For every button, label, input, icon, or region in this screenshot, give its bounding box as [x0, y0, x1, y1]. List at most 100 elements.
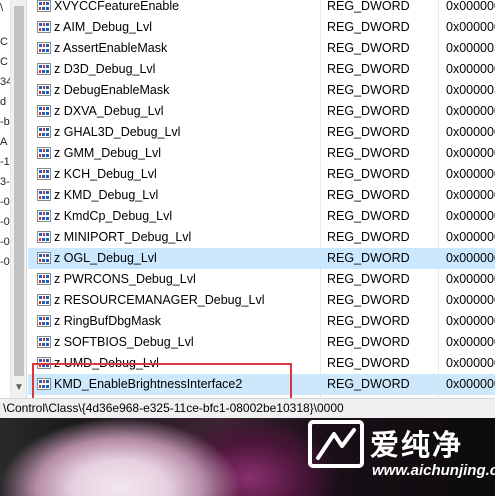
value-name: z RingBufDbgMask [54, 314, 161, 328]
value-type: REG_DWORD [327, 125, 410, 139]
tree-node-fragment[interactable]: -1 [0, 156, 10, 168]
registry-value-row[interactable]: XVYCCFeatureEnable REG_DWORD 0x000000 [28, 0, 495, 17]
tree-node-fragment[interactable]: C [0, 56, 10, 68]
value-type: REG_DWORD [327, 251, 410, 265]
registry-value-row[interactable]: z GHAL3D_Debug_Lvl REG_DWORD 0x000000 [28, 122, 495, 143]
value-name: z PWRCONS_Debug_Lvl [54, 272, 196, 286]
status-path: \Control\Class\{4d36e968-e325-11ce-bfc1-… [3, 401, 344, 415]
desktop-background: 爱纯净 www.aichunjing.com [0, 418, 495, 496]
value-data: 0x000003 [446, 83, 495, 97]
reg-binary-value-icon [37, 210, 51, 222]
value-type: REG_DWORD [327, 62, 410, 76]
value-data: 0x000000 [446, 104, 495, 118]
value-type: REG_DWORD [327, 83, 410, 97]
value-name: z GHAL3D_Debug_Lvl [54, 125, 181, 139]
value-data: 0x000000 [446, 167, 495, 181]
value-type: REG_DWORD [327, 272, 410, 286]
reg-binary-value-icon [37, 42, 51, 54]
value-name: z KmdCp_Debug_Lvl [54, 209, 173, 223]
tree-node-fragment[interactable]: -0 [0, 196, 10, 208]
reg-binary-value-icon [37, 189, 51, 201]
value-name: z SOFTBIOS_Debug_Lvl [54, 335, 194, 349]
registry-value-row[interactable]: z SOFTBIOS_Debug_Lvl REG_DWORD 0x000000 [28, 332, 495, 353]
value-data: 0x000000 [446, 251, 495, 265]
value-data: 0x000000 [446, 293, 495, 307]
registry-value-row[interactable]: z AIM_Debug_Lvl REG_DWORD 0x000000 [28, 17, 495, 38]
value-data: 0x000000 [446, 314, 495, 328]
watermark-logo-icon [308, 420, 364, 468]
value-data: 0x000000 [446, 125, 495, 139]
registry-value-row[interactable]: z MINIPORT_Debug_Lvl REG_DWORD 0x000000 [28, 227, 495, 248]
tree-node-fragment[interactable]: -0 [0, 256, 10, 268]
tree-node-fragment[interactable]: -0 [0, 216, 10, 228]
value-data: 0x000000 [446, 0, 495, 13]
reg-binary-value-icon [37, 63, 51, 75]
reg-binary-value-icon [37, 252, 51, 264]
watermark-title: 爱纯净 [370, 428, 464, 462]
watermark-url: www.aichunjing.com [372, 462, 495, 479]
value-data: 0x000003 [446, 41, 495, 55]
reg-binary-value-icon [37, 126, 51, 138]
value-data: 0x000000 [446, 209, 495, 223]
tree-node-fragment[interactable]: A [0, 136, 10, 148]
registry-value-row[interactable]: z PWRCONS_Debug_Lvl REG_DWORD 0x000000 [28, 269, 495, 290]
value-type: REG_DWORD [327, 377, 410, 391]
value-name: z AIM_Debug_Lvl [54, 20, 152, 34]
tree-node-fragment[interactable]: 34 [0, 76, 10, 88]
tree-node-fragment[interactable]: -0 [0, 236, 10, 248]
registry-value-row[interactable]: z KmdCp_Debug_Lvl REG_DWORD 0x000000 [28, 206, 495, 227]
value-data: 0x000000 [446, 272, 495, 286]
registry-value-row[interactable]: z KCH_Debug_Lvl REG_DWORD 0x000000 [28, 164, 495, 185]
registry-value-row[interactable]: z RESOURCEMANAGER_Debug_Lvl REG_DWORD 0x00… [28, 290, 495, 311]
tree-scrollbar[interactable]: ▼ [10, 0, 27, 398]
value-type: REG_DWORD [327, 356, 410, 370]
value-data: 0x000000 [446, 20, 495, 34]
value-name: z GMM_Debug_Lvl [54, 146, 161, 160]
value-type: REG_DWORD [327, 230, 410, 244]
reg-binary-value-icon [37, 147, 51, 159]
reg-binary-value-icon [37, 315, 51, 327]
tree-node-fragment[interactable]: d [0, 96, 10, 108]
reg-binary-value-icon [37, 273, 51, 285]
status-bar: \Control\Class\{4d36e968-e325-11ce-bfc1-… [0, 398, 495, 418]
registry-value-row[interactable]: z DXVA_Debug_Lvl REG_DWORD 0x000000 [28, 101, 495, 122]
reg-binary-value-icon [37, 294, 51, 306]
value-data: 0x000000 [446, 188, 495, 202]
reg-binary-value-icon [37, 84, 51, 96]
value-name: z DebugEnableMask [54, 83, 170, 97]
value-type: REG_DWORD [327, 20, 410, 34]
tree-node-fragment[interactable]: -b [0, 116, 10, 128]
value-data: 0x000000 [446, 335, 495, 349]
value-name: z OGL_Debug_Lvl [54, 251, 157, 265]
reg-binary-value-icon [37, 21, 51, 33]
value-type: REG_DWORD [327, 188, 410, 202]
value-data: 0x000000 [446, 146, 495, 160]
scroll-down-arrow-icon[interactable]: ▼ [11, 380, 27, 396]
reg-binary-value-icon [37, 168, 51, 180]
value-type: REG_DWORD [327, 314, 410, 328]
value-name: XVYCCFeatureEnable [54, 0, 180, 13]
registry-value-row[interactable]: z GMM_Debug_Lvl REG_DWORD 0x000000 [28, 143, 495, 164]
registry-value-row[interactable]: z RingBufDbgMask REG_DWORD 0x000000 [28, 311, 495, 332]
scrollbar-thumb[interactable] [14, 6, 24, 376]
tree-node-fragment[interactable]: \ [0, 2, 10, 14]
value-name: z DXVA_Debug_Lvl [54, 104, 164, 118]
value-type: REG_DWORD [327, 167, 410, 181]
value-type: REG_DWORD [327, 293, 410, 307]
registry-value-row[interactable]: z D3D_Debug_Lvl REG_DWORD 0x000000 [28, 59, 495, 80]
registry-value-row[interactable]: z KMD_Debug_Lvl REG_DWORD 0x000000 [28, 185, 495, 206]
reg-binary-value-icon [37, 336, 51, 348]
highlight-annotation-box [32, 363, 292, 402]
registry-value-row[interactable]: z OGL_Debug_Lvl REG_DWORD 0x000000 [28, 248, 495, 269]
registry-value-row[interactable]: z AssertEnableMask REG_DWORD 0x000003 [28, 38, 495, 59]
value-type: REG_DWORD [327, 209, 410, 223]
tree-node-fragment[interactable]: C [0, 36, 10, 48]
value-name: z D3D_Debug_Lvl [54, 62, 156, 76]
reg-binary-value-icon [37, 105, 51, 117]
key-tree-pane[interactable]: \ C C 34 d -b A -1 3- -0 -0 -0 -0 [0, 0, 10, 398]
value-data: 0x000000 [446, 377, 495, 391]
tree-node-fragment[interactable]: 3- [0, 176, 10, 188]
value-type: REG_DWORD [327, 41, 410, 55]
registry-value-row[interactable]: z DebugEnableMask REG_DWORD 0x000003 [28, 80, 495, 101]
value-name: z KCH_Debug_Lvl [54, 167, 157, 181]
